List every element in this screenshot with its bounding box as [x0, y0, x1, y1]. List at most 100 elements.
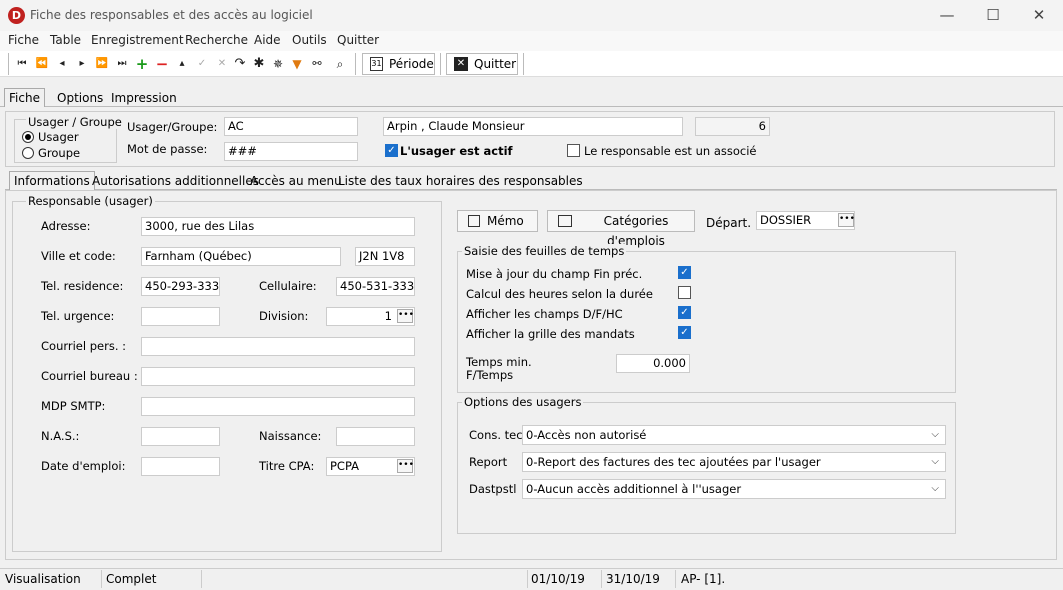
status-separator — [101, 570, 102, 588]
status-date-debut: 01/10/19 — [531, 572, 585, 586]
add-icon[interactable]: + — [133, 55, 151, 73]
mot-de-passe-field[interactable]: ### — [224, 142, 358, 161]
fin-prec-checkbox[interactable]: ✓ — [678, 266, 691, 279]
code-postal-field[interactable]: J2N 1V8 — [355, 247, 415, 266]
chevron-down-icon: ⌵ — [931, 483, 939, 494]
cancel-icon[interactable]: ✕ — [213, 55, 231, 73]
asterisk-filter-icon[interactable]: ✵ — [269, 55, 287, 73]
menu-outils[interactable]: Outils — [292, 33, 327, 47]
last-record-icon[interactable]: ⏭ — [113, 55, 131, 73]
quitter-label: Quitter — [474, 57, 517, 71]
radio-groupe[interactable] — [22, 147, 34, 159]
redo-icon[interactable]: ↷ — [231, 55, 249, 73]
associe-label: Le responsable est un associé — [584, 144, 757, 158]
naissance-label: Naissance: — [259, 429, 322, 443]
usager-groupe-field[interactable]: AC — [224, 117, 358, 136]
report-label: Report — [469, 455, 508, 469]
binoculars-icon[interactable]: ⚯ — [308, 55, 326, 73]
minimize-icon[interactable]: — — [935, 4, 959, 26]
move-up-icon[interactable]: ▴ — [173, 55, 191, 73]
filter-icon[interactable]: ▼ — [288, 55, 306, 73]
tab-autorisations[interactable]: Autorisations additionnelles — [88, 172, 263, 190]
date-emploi-field[interactable] — [141, 457, 220, 476]
memo-button[interactable]: Mémo — [457, 210, 538, 232]
tab-taux-horaires[interactable]: Liste des taux horaires des responsables — [334, 172, 587, 190]
cons-tec-select[interactable]: 0-Accès non autorisé ⌵ — [522, 425, 946, 445]
courriel-pers-field[interactable] — [141, 337, 415, 356]
courriel-bureau-label: Courriel bureau : — [41, 369, 138, 383]
tel-residence-field[interactable]: 450-293-3333 — [141, 277, 220, 296]
naissance-field[interactable] — [336, 427, 415, 446]
tab-fiche[interactable]: Fiche — [4, 88, 45, 107]
tab-acces-menu[interactable]: Accès au menu — [246, 172, 346, 190]
courriel-bureau-field[interactable] — [141, 367, 415, 386]
division-lookup-button[interactable]: ••• — [397, 309, 414, 323]
saisie-item-label: Afficher les champs D/F/HC — [466, 307, 623, 321]
champs-dfhc-checkbox[interactable]: ✓ — [678, 306, 691, 319]
depart-lookup-button[interactable]: ••• — [838, 213, 855, 227]
fast-forward-icon[interactable]: ⏩ — [93, 55, 111, 73]
app-icon: D — [8, 7, 25, 24]
saisie-item-label: Mise à jour du champ Fin préc. — [466, 267, 643, 281]
mot-de-passe-label: Mot de passe: — [127, 142, 208, 156]
status-mode: Visualisation — [5, 572, 81, 586]
mdp-smtp-field[interactable] — [141, 397, 415, 416]
cellulaire-field[interactable]: 450-531-3333 — [336, 277, 415, 296]
rewind-icon[interactable]: ⏪ — [33, 55, 51, 73]
numero-field: 6 — [695, 117, 770, 136]
next-icon[interactable]: ▸ — [73, 55, 91, 73]
first-record-icon[interactable]: ⏮ — [13, 55, 31, 73]
menu-aide[interactable]: Aide — [254, 33, 281, 47]
close-icon[interactable]: ✕ — [1027, 4, 1051, 26]
grille-mandats-checkbox[interactable]: ✓ — [678, 326, 691, 339]
cons-tec-label: Cons. tec — [469, 428, 523, 442]
status-code: AP- [1]. — [681, 572, 726, 586]
delete-icon[interactable]: − — [153, 55, 171, 73]
periode-button[interactable]: 31 Période — [362, 53, 435, 75]
titre-cpa-lookup-button[interactable]: ••• — [397, 459, 414, 473]
menu-table[interactable]: Table — [50, 33, 81, 47]
radio-usager[interactable] — [22, 131, 34, 143]
asterisk-icon[interactable]: ✱ — [250, 55, 268, 73]
tab-informations[interactable]: Informations — [9, 171, 95, 190]
tel-urgence-label: Tel. urgence: — [41, 309, 115, 323]
search-icon[interactable]: ⌕ — [331, 55, 349, 73]
exit-icon: ✕ — [454, 57, 468, 71]
courriel-pers-label: Courriel pers. : — [41, 339, 127, 353]
confirm-icon[interactable]: ✓ — [193, 55, 211, 73]
ville-label: Ville et code: — [41, 249, 116, 263]
saisie-group-title: Saisie des feuilles de temps — [462, 244, 627, 258]
previous-icon[interactable]: ◂ — [53, 55, 71, 73]
toolbar-separator — [8, 53, 9, 75]
report-select[interactable]: 0-Report des factures des tec ajoutées p… — [522, 452, 946, 472]
cellulaire-label: Cellulaire: — [259, 279, 317, 293]
maximize-icon[interactable]: ☐ — [981, 4, 1005, 26]
dastpstl-select[interactable]: 0-Aucun accès additionnel à l''usager ⌵ — [522, 479, 946, 499]
categories-emplois-button[interactable]: Catégories d'emplois — [547, 210, 695, 248]
calendar-icon: 31 — [370, 57, 383, 71]
calcul-heures-checkbox[interactable] — [678, 286, 691, 299]
temps-min-field[interactable]: 0.000 — [616, 354, 690, 373]
depart-label: Départ. — [706, 216, 752, 230]
tab-options[interactable]: Options — [53, 89, 107, 107]
menu-fiche[interactable]: Fiche — [8, 33, 39, 47]
saisie-item-label: Afficher la grille des mandats — [466, 327, 635, 341]
status-separator — [527, 570, 528, 588]
nas-field[interactable] — [141, 427, 220, 446]
ville-field[interactable]: Farnham (Québec) — [141, 247, 341, 266]
tel-urgence-field[interactable] — [141, 307, 220, 326]
usager-actif-label: L'usager est actif — [400, 144, 513, 158]
menu-quitter[interactable]: Quitter — [337, 33, 379, 47]
usager-actif-checkbox[interactable]: ✓ — [385, 144, 398, 157]
menu-enregistrement[interactable]: Enregistrement — [91, 33, 184, 47]
menu-recherche[interactable]: Recherche — [185, 33, 248, 47]
quitter-button[interactable]: ✕ Quitter — [446, 53, 518, 75]
toolbar-separator — [523, 53, 524, 75]
toolbar-separator — [440, 53, 441, 75]
responsable-group-title: Responsable (usager) — [26, 194, 155, 208]
tab-impression[interactable]: Impression — [107, 89, 181, 107]
nom-field[interactable]: Arpin , Claude Monsieur — [383, 117, 683, 136]
user-group-legend: Usager / Groupe — [26, 115, 124, 129]
adresse-field[interactable]: 3000, rue des Lilas — [141, 217, 415, 236]
associe-checkbox[interactable] — [567, 144, 580, 157]
